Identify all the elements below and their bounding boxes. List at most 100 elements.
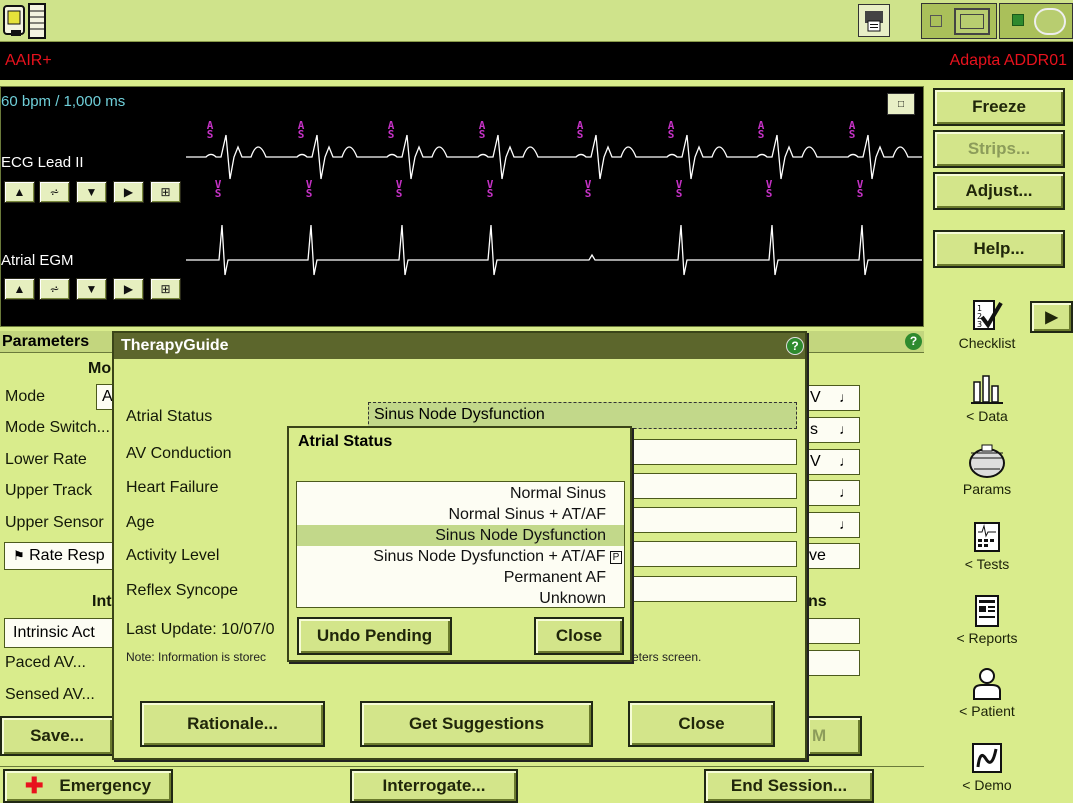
heart-failure-field[interactable] xyxy=(619,473,797,499)
adjust-button[interactable]: Adjust... xyxy=(933,172,1065,210)
wand-icon[interactable] xyxy=(999,3,1073,39)
lead-up-button[interactable]: ▲ xyxy=(4,181,35,203)
param-lower-rate-label: Lower Rate xyxy=(5,451,87,468)
lower-rate-right-field[interactable]: V ♩ xyxy=(806,449,860,475)
printer-icon[interactable] xyxy=(858,4,890,37)
atrial-option-normal-sinus-at-af[interactable]: Normal Sinus + AT/AF xyxy=(297,504,624,525)
intrinsic-activity-button[interactable]: Intrinsic Act xyxy=(4,618,114,648)
reflex-syncope-label: Reflex Syncope xyxy=(126,582,239,599)
sidebar-item-tests[interactable]: < Tests xyxy=(954,518,1020,572)
mode-header: AAIR+ Adapta ADDR01 xyxy=(0,42,1073,80)
rate-response-button[interactable]: ⚑ Rate Resp xyxy=(4,542,114,570)
save-right-field[interactable]: ve xyxy=(806,543,860,569)
intrinsic-section-heading: Int xyxy=(92,593,112,610)
reflex-syncope-field[interactable] xyxy=(619,576,797,602)
stethoscope-icon: ♩ xyxy=(839,389,853,405)
telemetry-icon[interactable] xyxy=(921,3,997,39)
lead-next-button[interactable]: ▶ xyxy=(113,181,144,203)
popup-close-button[interactable]: Close xyxy=(534,617,624,655)
ventricular-sense-marker: VS xyxy=(675,178,683,200)
params-icon xyxy=(966,443,1008,481)
freeze-button[interactable]: Freeze xyxy=(933,88,1065,126)
mode-switch-right-field[interactable]: s ♩ xyxy=(806,417,860,443)
lead-grid-button[interactable]: ⊞ xyxy=(150,181,181,203)
atrial-option-unknown[interactable]: Unknown xyxy=(297,588,624,609)
atrial-status-field[interactable]: Sinus Node Dysfunction xyxy=(368,402,797,429)
atrial-sense-marker: AS xyxy=(848,119,856,141)
sidebar-item-label: < Patient xyxy=(959,703,1015,719)
undo-pending-button[interactable]: Undo Pending xyxy=(297,617,452,655)
ventricular-sense-marker: VS xyxy=(584,178,592,200)
av-conduction-field[interactable] xyxy=(619,439,797,465)
help-button[interactable]: Help... xyxy=(933,230,1065,268)
end-session-button[interactable]: End Session... xyxy=(704,769,874,803)
upper-sensor-right-field[interactable]: ♩ xyxy=(806,512,860,538)
egm-up-button[interactable]: ▲ xyxy=(4,278,35,300)
sidebar-item-demo[interactable]: < Demo xyxy=(954,739,1020,793)
age-label: Age xyxy=(126,514,155,531)
get-suggestions-button[interactable]: Get Suggestions xyxy=(360,701,593,747)
atrial-option-snd-at-af-label: Sinus Node Dysfunction + AT/AF xyxy=(373,548,606,565)
emergency-cross-icon: ✚ xyxy=(24,773,44,798)
egm-grid-button[interactable]: ⊞ xyxy=(150,278,181,300)
sidebar-item-label: < Data xyxy=(966,408,1008,424)
parameters-help-icon[interactable]: ? xyxy=(905,333,922,350)
therapy-close-button[interactable]: Close xyxy=(628,701,775,747)
stethoscope-icon: ♩ xyxy=(839,516,853,532)
programmer-icon[interactable] xyxy=(3,3,47,39)
pending-mark: P xyxy=(610,551,622,564)
therapy-guide-help-icon[interactable]: ? xyxy=(786,337,804,355)
rationale-button[interactable]: Rationale... xyxy=(140,701,325,747)
atrial-status-popup: Atrial Status Normal Sinus Normal Sinus … xyxy=(287,426,632,662)
ventricular-sense-marker: VS xyxy=(214,178,222,200)
paced-right-field[interactable] xyxy=(806,650,860,676)
activity-level-field[interactable] xyxy=(619,541,797,567)
mode-right-field[interactable]: V ♩ xyxy=(806,385,860,411)
strips-button[interactable]: Strips... xyxy=(933,130,1065,168)
egm-down-button[interactable]: ▼ xyxy=(76,278,107,300)
heart-failure-label: Heart Failure xyxy=(126,479,219,496)
sidebar-item-label: < Demo xyxy=(962,777,1012,793)
sidebar-item-data[interactable]: < Data xyxy=(954,370,1020,424)
upper-track-right-field[interactable]: ♩ xyxy=(806,480,860,506)
heart-rate-label: 60 bpm / 1,000 ms xyxy=(1,93,126,110)
sidebar-expand-button[interactable]: ▶ xyxy=(1030,301,1073,333)
param-upper-sensor-label: Upper Sensor xyxy=(5,514,104,531)
egm-scale-button[interactable]: ⩫ xyxy=(39,278,70,300)
right-action-button[interactable]: M xyxy=(806,716,862,756)
sidebar-item-label: < Reports xyxy=(956,630,1018,646)
sensed-av-label: Sensed AV... xyxy=(5,686,95,703)
param-upper-track-label: Upper Track xyxy=(5,482,93,499)
lead-scale-button[interactable]: ⩫ xyxy=(39,181,70,203)
egm-next-button[interactable]: ▶ xyxy=(113,278,144,300)
atrial-sense-marker: AS xyxy=(387,119,395,141)
stethoscope-icon: ♩ xyxy=(839,484,853,500)
save-button[interactable]: Save... xyxy=(0,716,114,756)
sidebar-item-label: Params xyxy=(962,481,1012,497)
sidebar-item-checklist[interactable]: 123 Checklist xyxy=(954,297,1020,351)
patient-icon xyxy=(970,665,1004,703)
atrial-sense-marker: AS xyxy=(576,119,584,141)
atrial-sense-marker: AS xyxy=(206,119,214,141)
age-field[interactable] xyxy=(619,507,797,533)
activity-level-label: Activity Level xyxy=(126,547,220,564)
atrial-option-normal-sinus[interactable]: Normal Sinus xyxy=(297,483,624,504)
atrial-option-snd[interactable]: Sinus Node Dysfunction xyxy=(297,525,624,546)
interrogate-button[interactable]: Interrogate... xyxy=(350,769,518,803)
sidebar-item-patient[interactable]: < Patient xyxy=(954,665,1020,719)
intrinsic-right-field[interactable] xyxy=(806,618,860,644)
sidebar-item-params[interactable]: Params xyxy=(954,443,1020,497)
ventricular-sense-marker: VS xyxy=(305,178,313,200)
ecg-strip-panel: 60 bpm / 1,000 ms □ ECG Lead II ▲ ⩫ ▼ ▶ … xyxy=(0,86,924,327)
last-update-label: Last Update: 10/07/0 xyxy=(126,621,275,638)
top-toolbar xyxy=(0,0,1073,42)
mode-switch-right-value: s xyxy=(810,421,818,438)
atrial-option-permanent-af[interactable]: Permanent AF xyxy=(297,567,624,588)
ecg-lead-label: ECG Lead II xyxy=(1,154,84,171)
emergency-button[interactable]: ✚ Emergency xyxy=(3,769,173,803)
emergency-label: Emergency xyxy=(59,776,152,795)
lead-down-button[interactable]: ▼ xyxy=(76,181,107,203)
atrial-option-snd-at-af[interactable]: Sinus Node Dysfunction + AT/AF P xyxy=(297,546,624,567)
sidebar-item-reports[interactable]: < Reports xyxy=(954,592,1020,646)
svg-text:3: 3 xyxy=(977,320,982,329)
